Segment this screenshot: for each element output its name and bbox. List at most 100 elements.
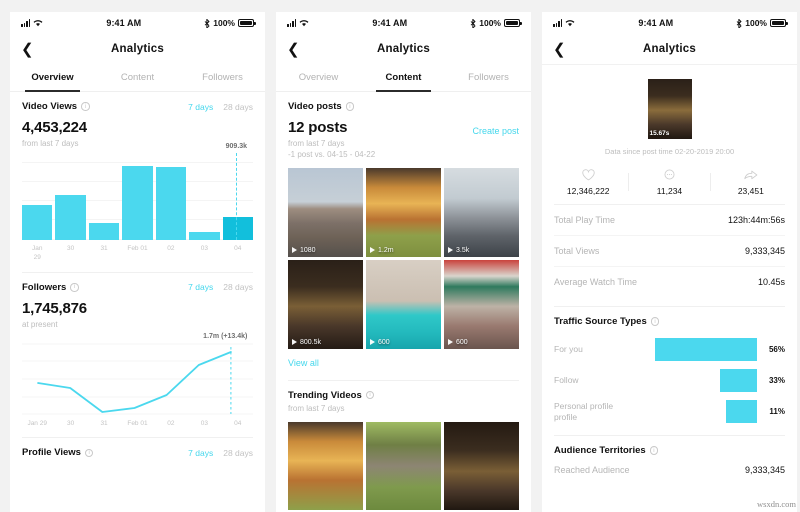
section-metrics: Total Play Time 123h:44m:56s Total Views… — [542, 196, 797, 307]
video-views-badge: 3.5k — [448, 247, 469, 254]
section-trending-videos: Trending Videos i from last 7 days — [276, 381, 531, 511]
video-thumbnail[interactable]: 800.5k — [288, 259, 363, 349]
post-thumbnail[interactable]: 15.67s — [647, 79, 692, 139]
range-7days-videoviews[interactable]: 7 days — [188, 102, 213, 112]
info-icon[interactable]: i — [345, 102, 355, 111]
metric-row: Average Watch Time 10.45s — [554, 267, 785, 297]
followers-sub: at present — [22, 319, 58, 329]
video-thumbnail[interactable]: 1.2m — [366, 168, 441, 257]
traffic-row: Follow 33% — [554, 365, 785, 396]
detail-scroll[interactable]: 15.67s Data since post time 02-20-2019 2… — [542, 65, 797, 512]
video-views-header: Video Views i 7 days 28 days — [22, 101, 253, 112]
range-7days-followers[interactable]: 7 days — [188, 282, 213, 292]
battery-icon — [238, 19, 256, 27]
bar — [55, 194, 86, 240]
video-thumbnail[interactable] — [366, 421, 441, 511]
line-area — [22, 343, 253, 415]
play-icon — [292, 339, 297, 345]
status-bar: 9:41 AM 100% — [542, 12, 797, 34]
post-thumbnail-wrap: 15.67s — [542, 79, 797, 139]
video-thumbnail[interactable]: 600 — [444, 259, 519, 349]
info-icon[interactable]: i — [649, 446, 659, 455]
metric-row: Total Views 9,333,345 — [554, 236, 785, 267]
tab-overview[interactable]: Overview — [10, 64, 95, 92]
nav-bar: ❮ Analytics — [542, 34, 797, 64]
status-left — [21, 19, 43, 27]
video-thumbnail[interactable]: 3.5k — [444, 168, 519, 257]
video-grid: 1080 1.2m 3.5k 800.5k 600 600 — [288, 168, 519, 349]
video-views-badge: 600 — [448, 339, 468, 346]
section-profile-views: Profile Views i 7 days 28 days — [10, 438, 265, 458]
video-thumbnail[interactable]: 600 — [366, 259, 441, 349]
tab-followers[interactable]: Followers — [446, 64, 531, 91]
back-chevron-left-icon[interactable]: ❮ — [21, 42, 34, 57]
video-views-value: 4,453,224 — [22, 119, 87, 136]
info-icon[interactable]: i — [70, 283, 79, 292]
tab-content[interactable]: Content — [95, 64, 180, 91]
range-28days-videoviews[interactable]: 28 days — [223, 102, 253, 112]
line-chart-x-axis: Jan 29 30 31 Feb 01 02 03 04 — [22, 419, 253, 428]
status-right: 100% — [470, 18, 522, 28]
wifi-icon — [299, 20, 309, 27]
play-icon — [370, 247, 375, 254]
info-icon[interactable]: i — [365, 390, 375, 400]
status-right: 100% — [736, 18, 788, 28]
back-chevron-left-icon[interactable]: ❮ — [553, 42, 566, 57]
video-views-sub: from last 7 days — [22, 139, 79, 148]
engagement-row: 12,346,222 11,234 23,451 — [542, 168, 797, 196]
trending-title: Trending Videos — [288, 389, 362, 401]
x-label: 31 — [100, 419, 108, 427]
line-chart-svg — [22, 343, 253, 415]
info-icon[interactable]: i — [81, 102, 90, 111]
screenshot-stage: 9:41 AM 100% ❮ Analytics Overview Conten… — [0, 0, 800, 512]
traffic-title: Traffic Source Types — [554, 316, 647, 327]
range-28days-followers[interactable]: 28 days — [223, 282, 253, 292]
video-views-badge: 600 — [370, 339, 390, 346]
video-thumbnail[interactable] — [288, 421, 363, 511]
play-icon — [448, 339, 453, 345]
section-traffic-sources: Traffic Source Types i For you 56% Follo… — [542, 307, 797, 436]
line-marker-label: 1.7m (+13.4k) — [203, 332, 248, 340]
video-posts-header: Video posts i — [288, 101, 519, 112]
range-7days-profileviews[interactable]: 7 days — [188, 448, 213, 458]
signal-icon — [21, 19, 31, 27]
video-thumbnail[interactable]: 1080 — [288, 168, 363, 257]
traffic-row: Personal profile profile 11% — [554, 396, 785, 427]
share-icon — [711, 168, 791, 182]
trending-grid — [288, 421, 519, 511]
create-post-button[interactable]: Create post — [472, 126, 519, 136]
back-chevron-left-icon[interactable]: ❮ — [287, 42, 300, 57]
watermark: wsxdn.com — [757, 499, 796, 509]
comment-icon — [629, 168, 709, 182]
tab-followers[interactable]: Followers — [180, 64, 265, 91]
info-icon[interactable]: i — [650, 317, 660, 326]
followers-header: Followers i 7 days 28 days — [22, 282, 253, 293]
phone-post-detail: 9:41 AM 100% ❮ Analytics 15.67s Data sin… — [542, 12, 797, 512]
traffic-header: Traffic Source Types i — [554, 316, 785, 327]
x-label: 04 — [234, 419, 242, 427]
video-thumbnail[interactable] — [444, 421, 519, 511]
bar-col — [155, 162, 187, 240]
view-all-link[interactable]: View all — [288, 358, 319, 368]
range-28days-profileviews[interactable]: 28 days — [223, 448, 253, 458]
tab-content[interactable]: Content — [361, 64, 446, 92]
thumbnail-image-burger — [288, 421, 363, 511]
content-scroll[interactable]: Video posts i 12 posts Create post from … — [276, 92, 531, 512]
play-icon — [448, 247, 453, 254]
metric-value: 9,333,345 — [744, 246, 785, 256]
section-audience-territories: Audience Territories i Reached Audience … — [542, 436, 797, 475]
status-time: 9:41 AM — [106, 18, 142, 28]
overview-scroll[interactable]: Video Views i 7 days 28 days 4,453,224 f… — [10, 92, 265, 512]
engagement-shares: 23,451 — [711, 168, 791, 196]
wifi-icon — [565, 20, 575, 27]
tab-bar: Overview Content Followers — [10, 64, 265, 92]
bars-area: 909.3k — [22, 143, 253, 240]
info-icon[interactable]: i — [84, 448, 94, 458]
bar-col — [22, 162, 53, 240]
bar-highlighted — [222, 216, 253, 240]
tab-overview[interactable]: Overview — [276, 64, 361, 91]
bar-col — [88, 162, 120, 240]
audience-title: Audience Territories — [554, 445, 646, 456]
section-video-views: Video Views i 7 days 28 days 4,453,224 f… — [10, 92, 265, 273]
page-title: Analytics — [111, 43, 164, 55]
